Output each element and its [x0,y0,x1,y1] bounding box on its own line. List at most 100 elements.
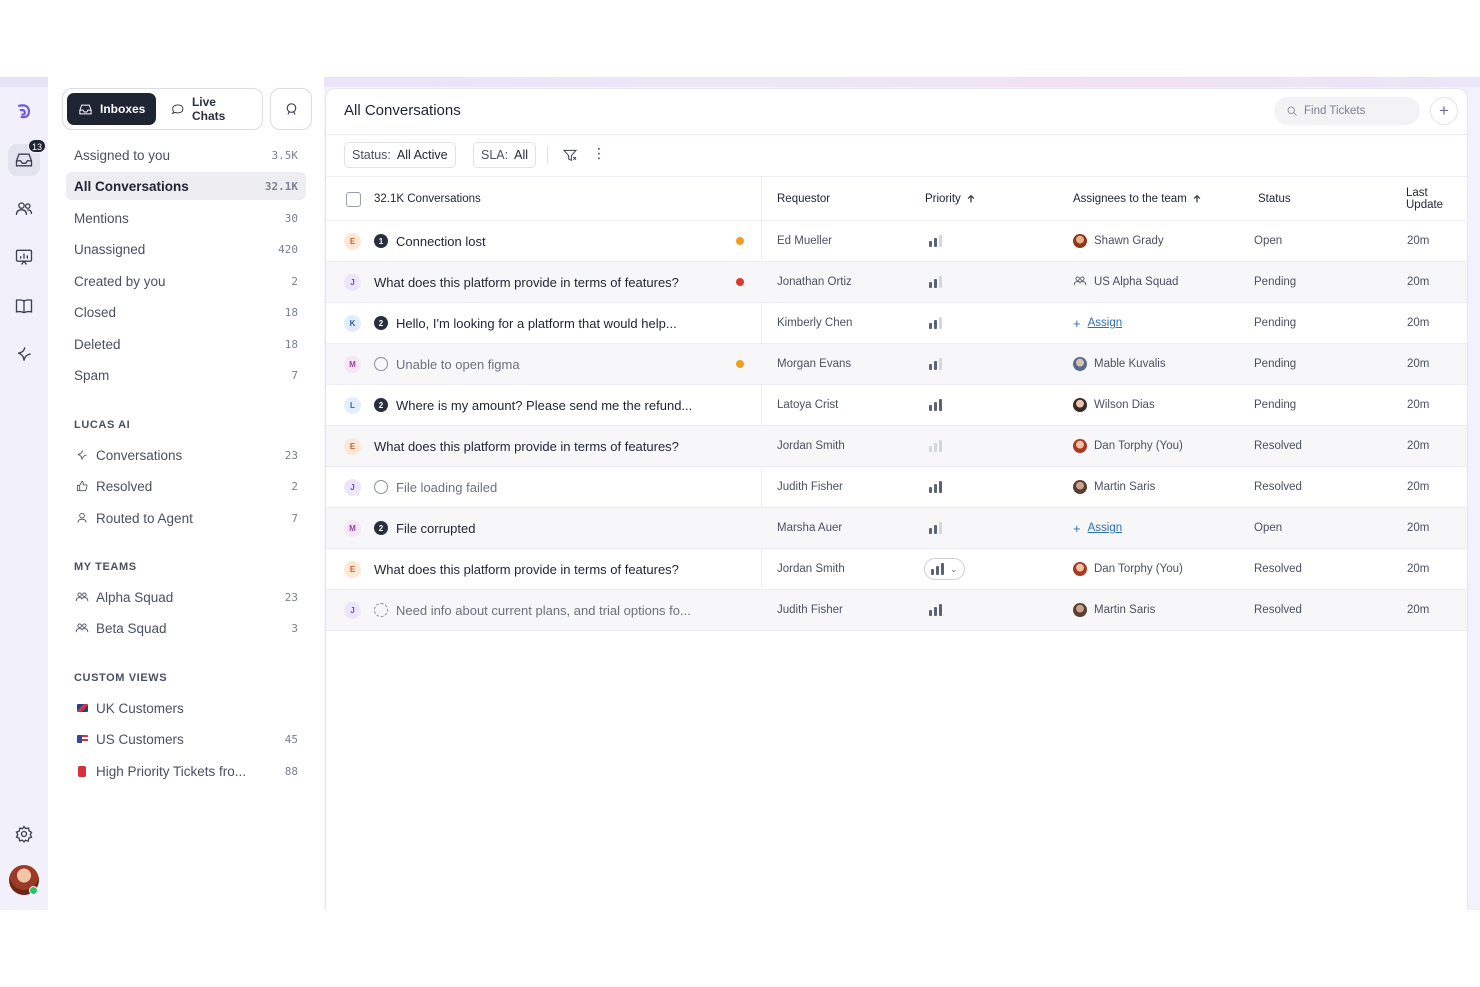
sidebar-item-created-by-you[interactable]: Created by you 2 [66,267,306,295]
assignee-cell[interactable]: Martin Saris [1073,467,1155,507]
last-update-text: 20m [1407,276,1430,288]
table-row[interactable]: J What does this platform provide in term… [326,262,1467,303]
sidebar-search-button[interactable] [270,88,312,130]
plus-icon: + [1439,101,1449,120]
status-filter[interactable]: Status: All Active [344,142,456,168]
users-icon[interactable] [8,193,40,225]
logo-icon[interactable] [8,95,40,127]
priority-cell[interactable] [929,508,942,548]
priority-cell[interactable] [929,303,942,343]
sidebar-item-routed-to-agent[interactable]: Routed to Agent 7 [66,504,306,532]
tab-live-chats[interactable]: Live Chats [160,93,258,125]
sidebar-item-ai-resolved[interactable]: Resolved 2 [66,472,306,500]
priority-cell[interactable] [929,426,942,466]
assignee-cell[interactable]: Martin Saris [1073,590,1155,630]
assignee-cell[interactable]: + Assign [1073,303,1122,343]
table-row[interactable]: M Unable to open figma Morgan Evans Mable K… [326,344,1467,385]
table-row[interactable]: E 1 Connection lost Ed Mueller Shawn Grady Op… [326,221,1467,262]
sidebar-item-count: 7 [291,368,298,382]
priority-dropdown[interactable]: ⌄ [924,558,965,580]
column-header-requestor[interactable]: Requestor [777,177,830,221]
column-header-last-update[interactable]: Last Update [1406,177,1467,221]
status-text: Pending [1254,276,1297,288]
assign-link[interactable]: Assign [1088,522,1123,534]
sidebar-item-deleted[interactable]: Deleted 18 [66,330,306,358]
new-ticket-button[interactable]: + [1430,97,1458,125]
table-row[interactable]: E What does this platform provide in term… [326,426,1467,467]
column-header-priority[interactable]: Priority [925,177,976,221]
sidebar-item-label: Resolved [96,478,153,494]
open-circle-icon [374,357,388,371]
priority-bars-icon [929,480,942,493]
assignee-cell[interactable]: Dan Torphy (You) [1073,426,1183,466]
sidebar-item-beta-squad[interactable]: Beta Squad 3 [66,614,306,642]
assignee-cell[interactable]: + Assign [1073,508,1122,548]
table-row[interactable]: M 2 File corrupted Marsha Auer + Assign Open 20… [326,508,1467,549]
plus-icon: + [1073,520,1081,536]
assignee-cell[interactable]: US Alpha Squad [1073,262,1178,302]
table-row[interactable]: K 2 Hello, I'm looking for a platform that… [326,303,1467,344]
filter-icon[interactable] [562,147,578,163]
plus-icon: + [1073,315,1081,331]
column-header-status[interactable]: Status [1258,177,1291,221]
assignee-cell[interactable]: Shawn Grady [1073,221,1164,261]
sidebar-item-all-conversations[interactable]: All Conversations 32.1K [66,172,306,200]
requestor-avatar: M [344,520,361,537]
table-row[interactable]: J File loading failed Judith Fisher Martin … [326,467,1467,508]
knowledge-base-icon[interactable] [8,290,40,322]
conversation-subject[interactable]: What does this platform provide in terms… [374,549,704,589]
priority-cell[interactable]: ⌄ [924,549,965,589]
conversation-subject[interactable]: File corrupted [396,508,726,548]
last-update-text: 20m [1407,358,1430,370]
sidebar-item-assigned-to-you[interactable]: Assigned to you 3.5K [66,141,306,169]
conversation-subject[interactable]: Unable to open figma [396,344,726,384]
conversation-subject[interactable]: Where is my amount? Please send me the r… [396,385,726,425]
reports-icon[interactable] [8,241,40,273]
sidebar-item-spam[interactable]: Spam 7 [66,361,306,389]
tab-inboxes[interactable]: Inboxes [67,93,157,125]
table-row[interactable]: J Need info about current plans, and tria… [326,590,1467,631]
priority-cell[interactable] [929,385,942,425]
requestor-avatar: J [344,602,361,619]
assign-link[interactable]: Assign [1088,317,1123,329]
conversation-subject[interactable]: What does this platform provide in terms… [374,426,704,466]
thumbs-up-icon [74,478,90,494]
priority-cell[interactable] [929,344,942,384]
more-options-icon[interactable]: ⋮ [592,146,606,160]
sidebar-item-count: 2 [291,274,298,288]
requestor-name: Latoya Crist [777,399,839,411]
priority-cell[interactable] [929,221,942,261]
assignee-cell[interactable]: Mable Kuvalis [1073,344,1166,384]
table-row[interactable]: E What does this platform provide in term… [326,549,1467,590]
column-header-assignees[interactable]: Assignees to the team [1073,177,1202,221]
sidebar-item-ai-conversations[interactable]: Conversations 23 [66,441,306,469]
requestor-avatar: E [344,233,361,250]
select-all-checkbox[interactable] [346,192,361,207]
sidebar-item-us-customers[interactable]: US Customers 45 [66,725,306,753]
table-row[interactable]: L 2 Where is my amount? Please send me the… [326,385,1467,426]
priority-cell[interactable] [929,262,942,302]
assignee-cell[interactable]: Wilson Dias [1073,385,1155,425]
sla-filter[interactable]: SLA: All [473,142,537,168]
sidebar-item-alpha-squad[interactable]: Alpha Squad 23 [66,583,306,611]
priority-cell[interactable] [929,590,942,630]
sidebar-item-uk-customers[interactable]: UK Customers [66,694,306,722]
conversation-subject[interactable]: Hello, I'm looking for a platform that w… [396,303,726,343]
sidebar-item-closed[interactable]: Closed 18 [66,298,306,326]
conversation-subject[interactable]: Need info about current plans, and trial… [396,590,726,630]
conversation-subject[interactable]: Connection lost [396,221,726,261]
ai-sparkle-icon[interactable] [8,338,40,370]
sidebar-item-count: 7 [291,511,298,525]
status-text: Pending [1254,399,1297,411]
settings-icon[interactable] [8,818,40,850]
conversation-subject[interactable]: File loading failed [396,467,726,507]
priority-cell[interactable] [929,467,942,507]
sidebar-item-unassigned[interactable]: Unassigned 420 [66,235,306,263]
assignee-cell[interactable]: Dan Torphy (You) [1073,549,1183,589]
sidebar-item-count: 420 [278,242,298,256]
sidebar-item-mentions[interactable]: Mentions 30 [66,204,306,232]
divider [547,146,548,164]
conversation-subject[interactable]: What does this platform provide in terms… [374,262,704,302]
sidebar-item-high-priority-tickets[interactable]: High Priority Tickets fro... 88 [66,757,306,785]
find-tickets-search[interactable]: Find Tickets [1274,97,1420,125]
